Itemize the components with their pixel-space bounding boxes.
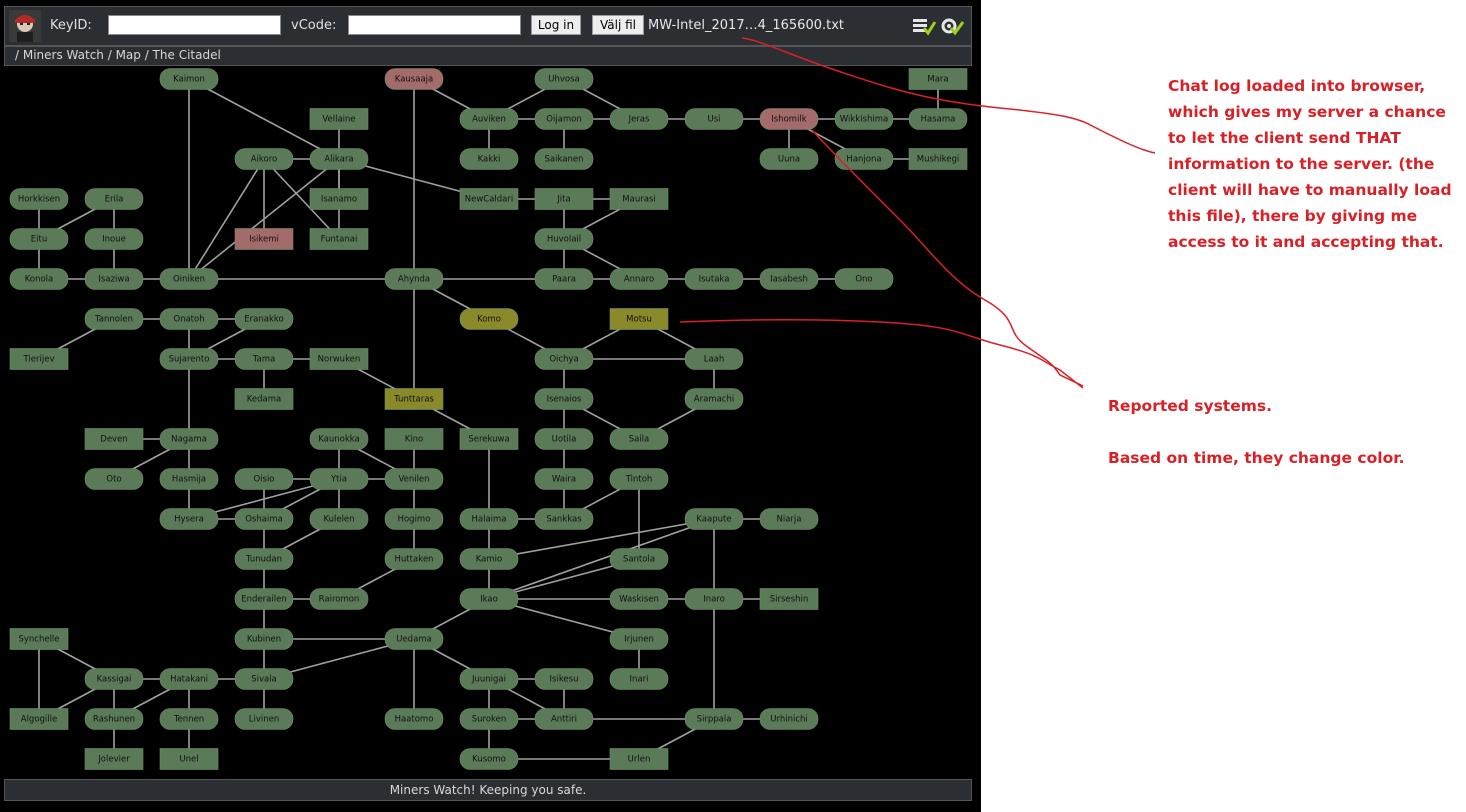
annotation-note-reported-line2: Based on time, they change color. bbox=[1108, 449, 1405, 467]
annotation-note-reported: Reported systems. Based on time, they ch… bbox=[1108, 393, 1448, 471]
annotation-note-reported-line1: Reported systems. bbox=[1108, 397, 1272, 415]
annotation-arrow-chatlog bbox=[741, 37, 1156, 154]
annotation-arrow-ishomilk bbox=[811, 129, 1084, 387]
annotation-arrow-motsu bbox=[679, 318, 1084, 389]
annotation-note-chatlog: Chat log loaded into browser, which give… bbox=[1168, 77, 1452, 251]
